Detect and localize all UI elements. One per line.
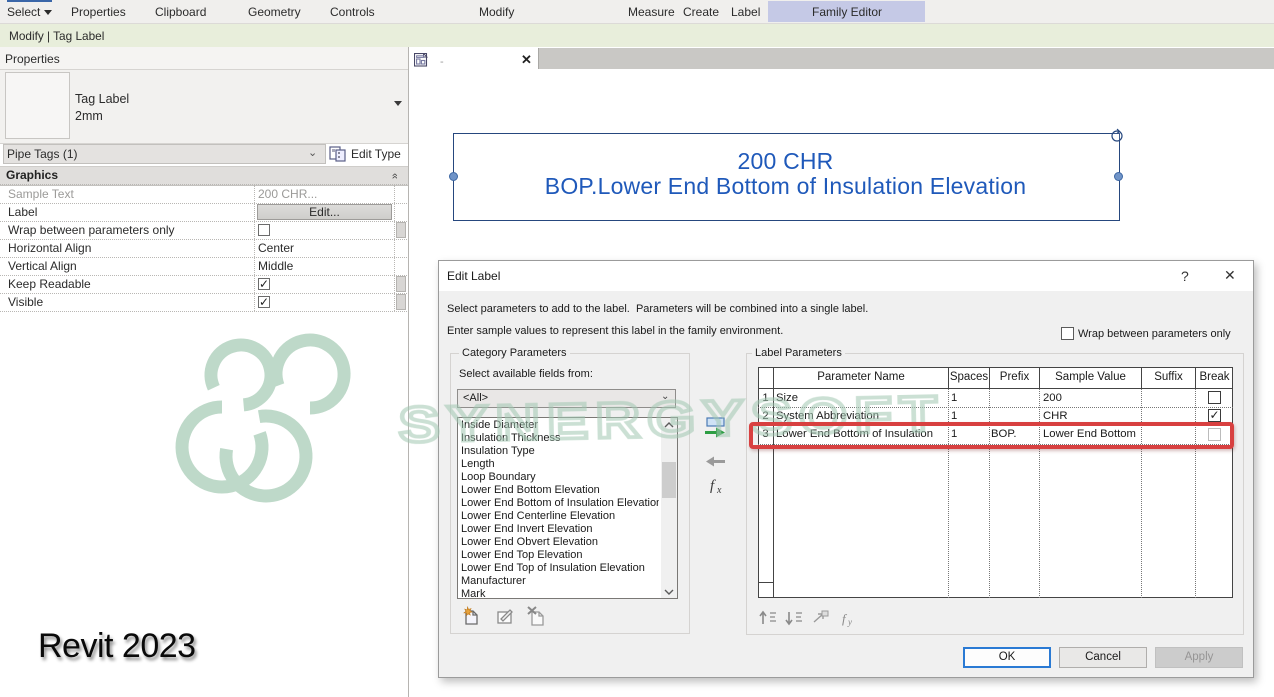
svg-text:y: y [847, 617, 852, 627]
svg-text:f: f [710, 478, 716, 494]
svg-text:x: x [716, 485, 722, 496]
